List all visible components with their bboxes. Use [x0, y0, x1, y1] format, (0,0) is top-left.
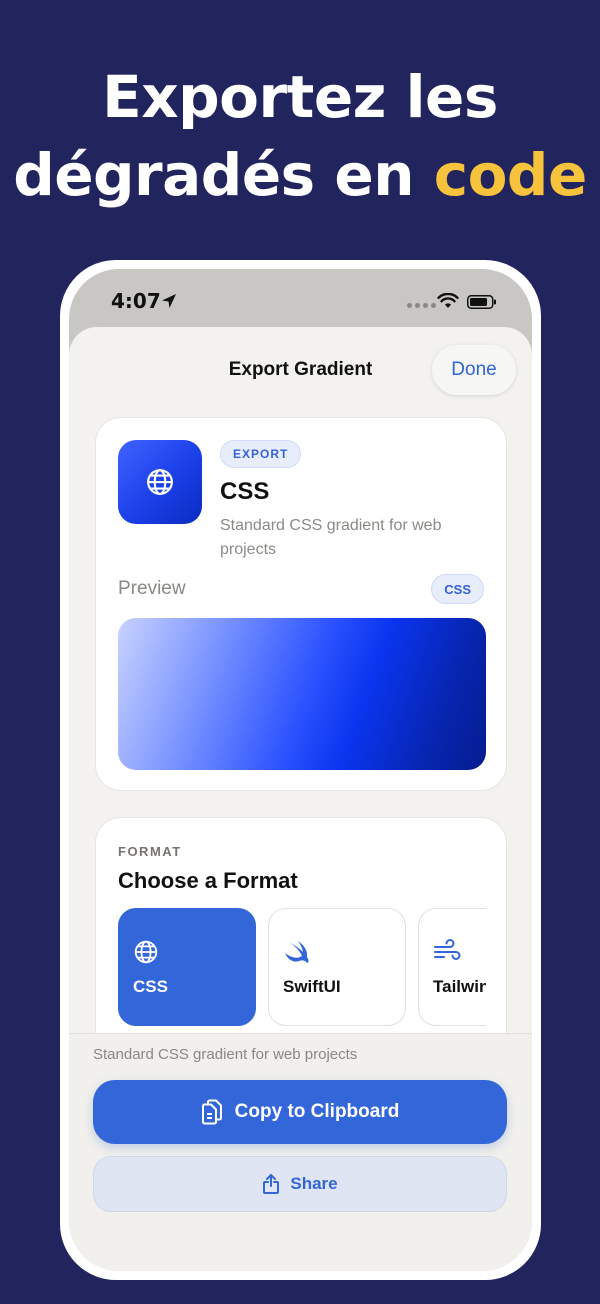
- format-options[interactable]: CSS SwiftUI Tailwin: [118, 908, 486, 1028]
- export-badge: EXPORT: [220, 440, 302, 468]
- phone-frame: 4:07 Export Gradient Done EXPORT CSS Sta…: [60, 260, 541, 1280]
- export-card: EXPORT CSS Standard CSS gradient for web…: [95, 417, 507, 791]
- format-heading: Choose a Format: [118, 868, 298, 893]
- copy-button-label: Copy to Clipboard: [234, 1101, 400, 1122]
- format-option-label: SwiftUI: [283, 977, 341, 996]
- copy-documents-icon: [201, 1099, 222, 1125]
- bottom-action-bar: Standard CSS gradient for web projects C…: [69, 1033, 532, 1271]
- format-eyebrow: FORMAT: [118, 844, 182, 859]
- bottom-description: Standard CSS gradient for web projects: [93, 1046, 358, 1063]
- phone-screen: 4:07 Export Gradient Done EXPORT CSS Sta…: [69, 269, 532, 1271]
- marketing-headline: Exportez les dégradés en code: [0, 58, 600, 214]
- share-button[interactable]: Share: [93, 1156, 507, 1212]
- headline-prefix: dégradés en: [13, 141, 434, 209]
- globe-icon: [134, 940, 158, 964]
- swift-icon: [285, 941, 309, 963]
- format-option-label: Tailwin: [433, 977, 486, 996]
- selected-format-description: Standard CSS gradient for web projects: [220, 517, 442, 558]
- format-option-tailwind[interactable]: Tailwin: [418, 908, 486, 1026]
- battery-icon: [467, 295, 496, 309]
- headline-line-2: dégradés en code: [0, 136, 600, 214]
- gradient-preview: [118, 618, 486, 770]
- done-button[interactable]: Done: [432, 345, 516, 395]
- preview-format-badge: CSS: [431, 574, 484, 604]
- preview-label: Preview: [118, 578, 186, 599]
- format-option-label: CSS: [133, 977, 168, 996]
- wind-icon: [434, 939, 461, 960]
- format-option-css[interactable]: CSS: [118, 908, 256, 1026]
- location-arrow-icon: [162, 294, 176, 308]
- share-icon: [263, 1174, 280, 1194]
- selected-format-name: CSS: [220, 478, 270, 505]
- format-icon-tile: [118, 440, 202, 524]
- headline-line-1: Exportez les: [102, 63, 498, 131]
- share-button-label: Share: [290, 1174, 338, 1193]
- headline-accent: code: [433, 141, 588, 209]
- globe-icon: [147, 469, 173, 495]
- status-bar: 4:07: [69, 269, 532, 335]
- format-option-swiftui[interactable]: SwiftUI: [268, 908, 406, 1026]
- copy-to-clipboard-button[interactable]: Copy to Clipboard: [93, 1080, 507, 1144]
- status-time: 4:07: [111, 289, 161, 313]
- wifi-icon: [437, 293, 459, 308]
- export-sheet: Export Gradient Done EXPORT CSS Standard…: [69, 327, 532, 1271]
- signal-dots-icon: [407, 303, 436, 308]
